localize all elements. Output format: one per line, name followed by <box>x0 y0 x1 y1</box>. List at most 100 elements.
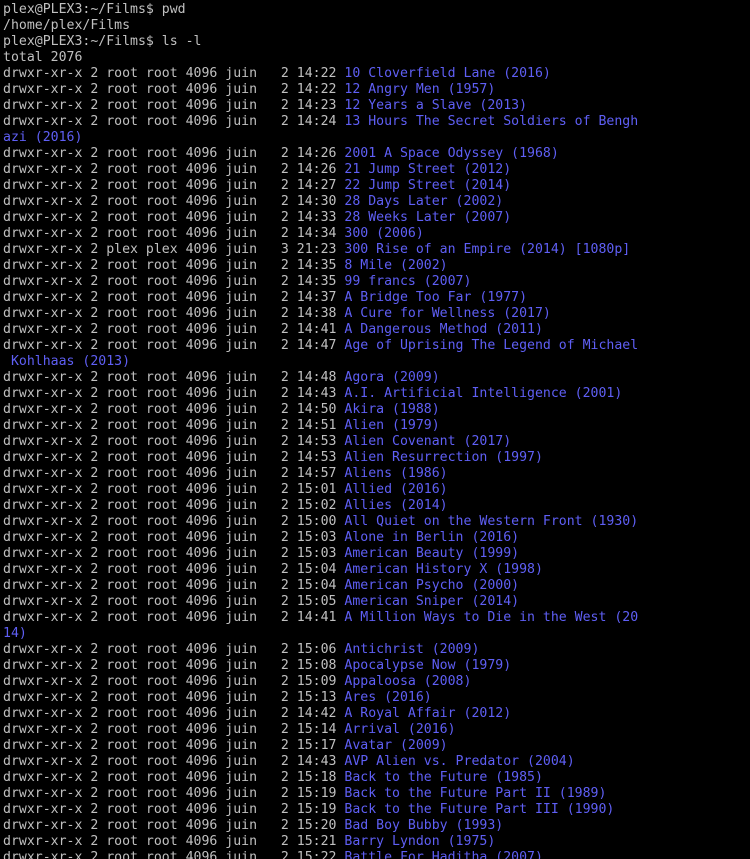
directory-name: A Cure for Wellness (2017) <box>344 306 551 321</box>
dir-permissions-text: drwxr-xr-x 2 root root 4096 juin 2 14:48 <box>3 370 345 385</box>
directory-name: Back to the Future Part II (1989) <box>344 786 607 801</box>
dir-permissions-text: drwxr-xr-x 2 root root 4096 juin 2 15:08 <box>3 658 345 673</box>
dir-permissions-text: drwxr-xr-x 2 root root 4096 juin 2 15:03 <box>3 546 345 561</box>
directory-name: All Quiet on the Western Front (1930) <box>344 514 639 529</box>
directory-name: 14) <box>3 626 27 641</box>
terminal-text: total 2076 <box>3 50 83 65</box>
terminal-line: drwxr-xr-x 2 root root 4096 juin 2 15:04… <box>3 562 750 578</box>
directory-name: A Million Ways to Die in the West (20 <box>344 610 639 625</box>
terminal-line: drwxr-xr-x 2 root root 4096 juin 2 15:09… <box>3 674 750 690</box>
dir-permissions-text: drwxr-xr-x 2 root root 4096 juin 2 14:50 <box>3 402 345 417</box>
directory-name: Ares (2016) <box>344 690 432 705</box>
directory-name: 12 Years a Slave (2013) <box>344 98 528 113</box>
terminal-line: drwxr-xr-x 2 root root 4096 juin 2 15:03… <box>3 530 750 546</box>
directory-name: 13 Hours The Secret Soldiers of Bengh <box>344 114 639 129</box>
dir-permissions-text: drwxr-xr-x 2 root root 4096 juin 2 15:04 <box>3 562 345 577</box>
terminal-line: drwxr-xr-x 2 root root 4096 juin 2 15:19… <box>3 802 750 818</box>
directory-name: 12 Angry Men (1957) <box>344 82 496 97</box>
dir-permissions-text: drwxr-xr-x 2 root root 4096 juin 2 15:04 <box>3 578 345 593</box>
terminal-line: drwxr-xr-x 2 root root 4096 juin 2 15:06… <box>3 642 750 658</box>
directory-name: Agora (2009) <box>344 370 440 385</box>
directory-name: Allies (2014) <box>344 498 448 513</box>
dir-permissions-text: drwxr-xr-x 2 root root 4096 juin 2 15:09 <box>3 674 345 689</box>
terminal-line: drwxr-xr-x 2 root root 4096 juin 2 15:04… <box>3 578 750 594</box>
directory-name: Alone in Berlin (2016) <box>344 530 520 545</box>
dir-permissions-text: drwxr-xr-x 2 root root 4096 juin 2 15:19 <box>3 802 345 817</box>
dir-permissions-text: drwxr-xr-x 2 root root 4096 juin 2 14:24 <box>3 114 345 129</box>
directory-name: Aliens (1986) <box>344 466 448 481</box>
dir-permissions-text: drwxr-xr-x 2 root root 4096 juin 2 14:43 <box>3 386 345 401</box>
terminal-text: /home/plex/Films <box>3 18 131 33</box>
terminal-line: drwxr-xr-x 2 root root 4096 juin 2 15:00… <box>3 514 750 530</box>
directory-name: Barry Lyndon (1975) <box>344 834 496 849</box>
dir-permissions-text: drwxr-xr-x 2 root root 4096 juin 2 14:35 <box>3 258 345 273</box>
terminal-line: drwxr-xr-x 2 root root 4096 juin 2 14:41… <box>3 610 750 626</box>
dir-permissions-text: drwxr-xr-x 2 root root 4096 juin 2 15:02 <box>3 498 345 513</box>
terminal-line: drwxr-xr-x 2 root root 4096 juin 2 14:34… <box>3 226 750 242</box>
directory-name: 10 Cloverfield Lane (2016) <box>344 66 551 81</box>
directory-name: Alien Covenant (2017) <box>344 434 512 449</box>
directory-name: 8 Mile (2002) <box>344 258 448 273</box>
directory-name: Alien Resurrection (1997) <box>344 450 543 465</box>
directory-name: American Beauty (1999) <box>344 546 520 561</box>
dir-permissions-text: drwxr-xr-x 2 root root 4096 juin 2 14:41 <box>3 610 345 625</box>
dir-permissions-text: drwxr-xr-x 2 root root 4096 juin 2 15:20 <box>3 818 345 833</box>
dir-permissions-text: drwxr-xr-x 2 root root 4096 juin 2 14:51 <box>3 418 345 433</box>
terminal-line: drwxr-xr-x 2 root root 4096 juin 2 15:22… <box>3 850 750 859</box>
dir-permissions-text: drwxr-xr-x 2 root root 4096 juin 2 14:34 <box>3 226 345 241</box>
terminal-line: drwxr-xr-x 2 root root 4096 juin 2 14:43… <box>3 386 750 402</box>
directory-name: 28 Weeks Later (2007) <box>344 210 512 225</box>
terminal-text: plex@PLEX3:~/Films$ ls -l <box>3 34 202 49</box>
dir-permissions-text: drwxr-xr-x 2 root root 4096 juin 2 14:33 <box>3 210 345 225</box>
terminal-line: drwxr-xr-x 2 root root 4096 juin 2 14:30… <box>3 194 750 210</box>
terminal-line: drwxr-xr-x 2 root root 4096 juin 2 15:03… <box>3 546 750 562</box>
terminal-line: azi (2016) <box>3 130 750 146</box>
dir-permissions-text: drwxr-xr-x 2 root root 4096 juin 2 15:06 <box>3 642 345 657</box>
dir-permissions-text: drwxr-xr-x 2 root root 4096 juin 2 14:43 <box>3 754 345 769</box>
terminal-line: drwxr-xr-x 2 root root 4096 juin 2 14:51… <box>3 418 750 434</box>
terminal-line: drwxr-xr-x 2 root root 4096 juin 2 14:57… <box>3 466 750 482</box>
dir-permissions-text: drwxr-xr-x 2 root root 4096 juin 2 14:41 <box>3 322 345 337</box>
dir-permissions-text: drwxr-xr-x 2 root root 4096 juin 2 14:23 <box>3 98 345 113</box>
dir-permissions-text: drwxr-xr-x 2 root root 4096 juin 2 14:53 <box>3 434 345 449</box>
terminal-line: drwxr-xr-x 2 root root 4096 juin 2 15:01… <box>3 482 750 498</box>
terminal-line: drwxr-xr-x 2 root root 4096 juin 2 15:21… <box>3 834 750 850</box>
directory-name: 300 Rise of an Empire (2014) [1080p] <box>344 242 631 257</box>
directory-name: azi (2016) <box>3 130 83 145</box>
terminal-line: drwxr-xr-x 2 root root 4096 juin 2 15:18… <box>3 770 750 786</box>
terminal-line: drwxr-xr-x 2 root root 4096 juin 2 14:37… <box>3 290 750 306</box>
terminal-line: drwxr-xr-x 2 root root 4096 juin 2 14:41… <box>3 322 750 338</box>
terminal-line: drwxr-xr-x 2 root root 4096 juin 2 14:35… <box>3 258 750 274</box>
directory-name: 2001 A Space Odyssey (1968) <box>344 146 559 161</box>
directory-name: Battle For Haditha (2007) <box>344 850 543 859</box>
terminal-line: drwxr-xr-x 2 root root 4096 juin 2 15:08… <box>3 658 750 674</box>
directory-name: A Royal Affair (2012) <box>344 706 512 721</box>
terminal-line: 14) <box>3 626 750 642</box>
terminal-window[interactable]: plex@PLEX3:~/Films$ pwd/home/plex/Films p… <box>0 0 750 859</box>
directory-name: 28 Days Later (2002) <box>344 194 504 209</box>
terminal-line: drwxr-xr-x 2 root root 4096 juin 2 14:26… <box>3 146 750 162</box>
dir-permissions-text: drwxr-xr-x 2 root root 4096 juin 2 15:22 <box>3 850 345 859</box>
dir-permissions-text: drwxr-xr-x 2 root root 4096 juin 2 14:30 <box>3 194 345 209</box>
dir-permissions-text: drwxr-xr-x 2 root root 4096 juin 2 14:35 <box>3 274 345 289</box>
terminal-line: drwxr-xr-x 2 root root 4096 juin 2 15:19… <box>3 786 750 802</box>
terminal-line: drwxr-xr-x 2 root root 4096 juin 2 14:53… <box>3 450 750 466</box>
terminal-line: plex@PLEX3:~/Films$ ls -l <box>3 34 750 50</box>
directory-name: Kohlhaas (2013) <box>3 354 131 369</box>
terminal-text: plex@PLEX3:~/Films$ pwd <box>3 2 186 17</box>
directory-name: Alien (1979) <box>344 418 440 433</box>
directory-name: 300 (2006) <box>344 226 424 241</box>
terminal-line: drwxr-xr-x 2 root root 4096 juin 2 15:17… <box>3 738 750 754</box>
directory-name: Age of Uprising The Legend of Michael <box>344 338 639 353</box>
directory-name: American Sniper (2014) <box>344 594 520 609</box>
terminal-line: drwxr-xr-x 2 root root 4096 juin 2 14:43… <box>3 754 750 770</box>
terminal-line: drwxr-xr-x 2 root root 4096 juin 2 15:13… <box>3 690 750 706</box>
terminal-line: total 2076 <box>3 50 750 66</box>
dir-permissions-text: drwxr-xr-x 2 root root 4096 juin 2 14:26 <box>3 146 345 161</box>
directory-name: American Psycho (2000) <box>344 578 520 593</box>
dir-permissions-text: drwxr-xr-x 2 root root 4096 juin 2 15:00 <box>3 514 345 529</box>
terminal-line: drwxr-xr-x 2 root root 4096 juin 2 15:05… <box>3 594 750 610</box>
terminal-line: drwxr-xr-x 2 root root 4096 juin 2 14:35… <box>3 274 750 290</box>
directory-name: Bad Boy Bubby (1993) <box>344 818 504 833</box>
terminal-line: drwxr-xr-x 2 root root 4096 juin 2 15:02… <box>3 498 750 514</box>
